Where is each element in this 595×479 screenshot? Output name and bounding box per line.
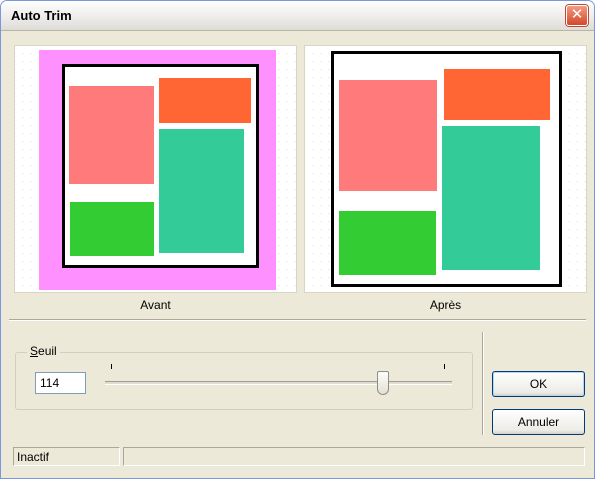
slider-tick-min [111, 364, 112, 369]
ok-button[interactable]: OK [492, 371, 585, 397]
orange-block [159, 78, 251, 123]
status-bar: Inactif [1, 444, 594, 478]
vertical-separator [482, 332, 484, 435]
title-bar[interactable]: Auto Trim ✕ [1, 1, 594, 31]
slider-tick-max [444, 364, 445, 369]
cancel-button[interactable]: Annuler [492, 409, 585, 435]
salmon-block [69, 86, 154, 184]
horizontal-separator [9, 319, 586, 321]
teal-block [442, 126, 540, 270]
status-secondary [123, 447, 585, 466]
teal-block [159, 129, 244, 253]
window-title: Auto Trim [11, 8, 72, 23]
caption-after: Après [429, 298, 462, 312]
green-block [70, 202, 154, 256]
threshold-input[interactable]: 114 [35, 372, 86, 394]
threshold-slider-thumb[interactable] [377, 371, 389, 395]
threshold-label: Seuil [27, 344, 60, 358]
status-text: Inactif [13, 447, 120, 466]
salmon-block [339, 80, 437, 191]
threshold-slider-track[interactable] [105, 381, 452, 385]
caption-before: Avant [140, 298, 171, 312]
page-frame [62, 64, 259, 268]
auto-trim-dialog: Auto Trim ✕ Avant Après Seuil 114 OK Ann… [0, 0, 595, 479]
green-block [339, 211, 436, 275]
preview-after [304, 45, 587, 293]
preview-before [14, 45, 297, 293]
orange-block [444, 69, 550, 120]
close-icon[interactable]: ✕ [566, 5, 588, 26]
page-frame-trimmed [331, 51, 562, 287]
